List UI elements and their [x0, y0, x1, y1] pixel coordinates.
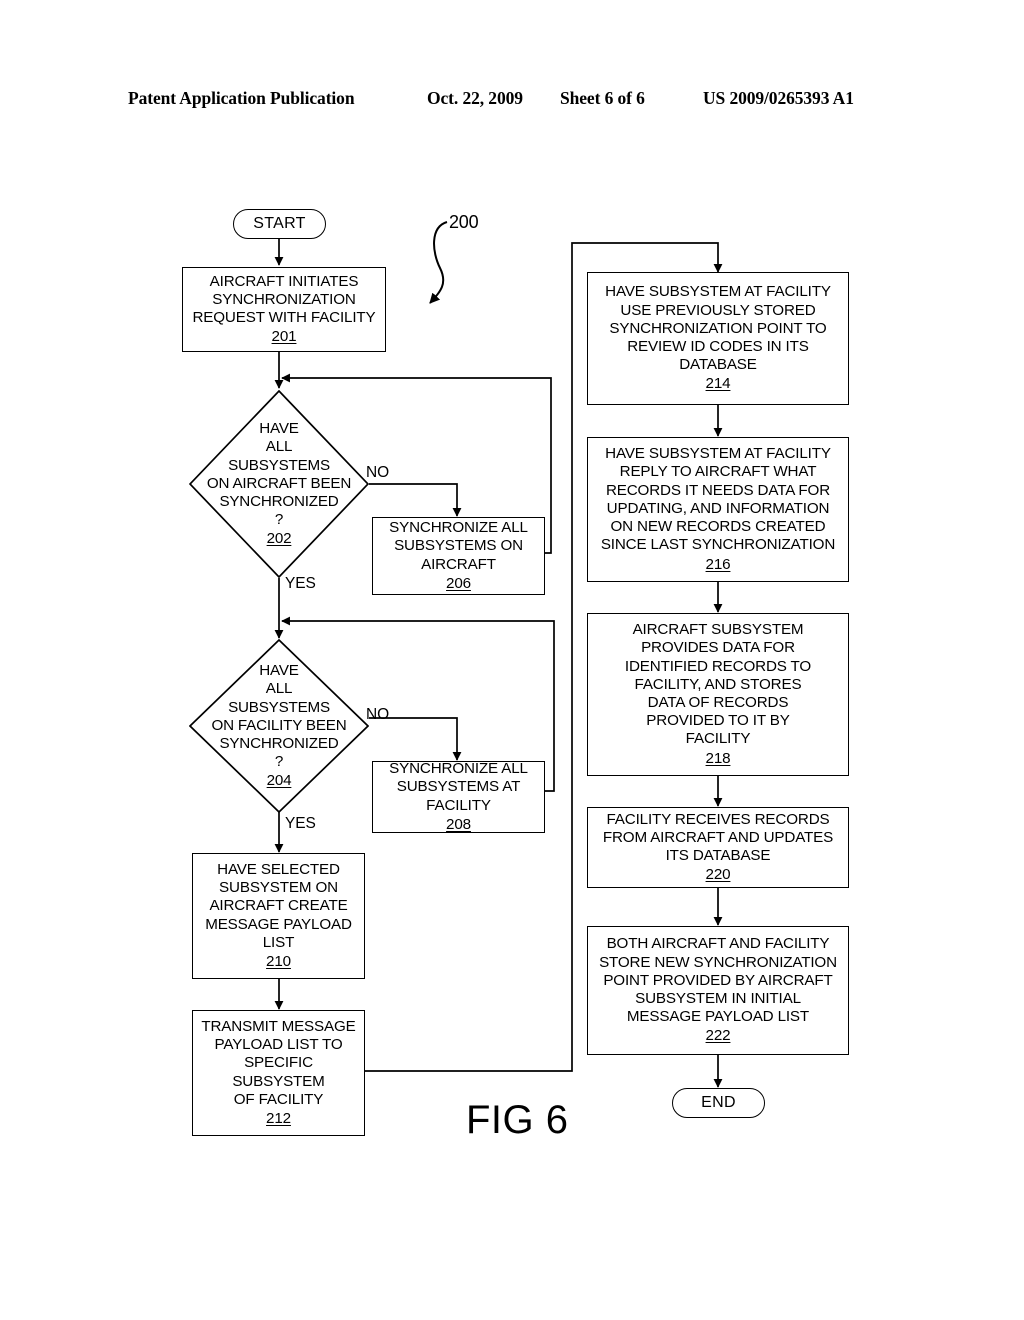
process-box-222[interactable]: BOTH AIRCRAFT AND FACILITY STORE NEW SYN…	[587, 926, 849, 1055]
decision-diamond-202-label: HAVE ALL SUBSYSTEMS ON AIRCRAFT BEEN SYN…	[207, 402, 351, 566]
process-box-208[interactable]: SYNCHRONIZE ALL SUBSYSTEMS AT FACILITY 2…	[372, 760, 545, 833]
wire-204-no-to-208	[369, 717, 462, 761]
terminator-start[interactable]: START	[233, 209, 326, 239]
process-box-206-ref: 206	[446, 574, 471, 592]
process-box-218-ref: 218	[705, 749, 731, 767]
edge-label-202-yes: YES	[285, 575, 316, 592]
decision-diamond-204-label: HAVE ALL SUBSYSTEMS ON FACILITY BEEN SYN…	[212, 644, 347, 808]
process-box-220[interactable]: FACILITY RECEIVES RECORDS FROM AIRCRAFT …	[587, 807, 849, 888]
process-box-216-text: HAVE SUBSYSTEM AT FACILITY REPLY TO AIRC…	[600, 445, 836, 554]
process-box-212-ref: 212	[266, 1109, 291, 1127]
process-box-201-ref: 201	[271, 328, 297, 346]
process-box-220-ref: 220	[705, 866, 731, 884]
terminator-end[interactable]: END	[672, 1088, 765, 1118]
process-box-220-text: FACILITY RECEIVES RECORDS FROM AIRCRAFT …	[602, 810, 834, 864]
process-box-212[interactable]: TRANSMIT MESSAGE PAYLOAD LIST TO SPECIFI…	[192, 1010, 365, 1136]
process-box-222-text: BOTH AIRCRAFT AND FACILITY STORE NEW SYN…	[599, 935, 837, 1026]
process-box-218[interactable]: AIRCRAFT SUBSYSTEM PROVIDES DATA FOR IDE…	[587, 613, 849, 776]
process-box-218-text: AIRCRAFT SUBSYSTEM PROVIDES DATA FOR IDE…	[624, 621, 812, 748]
wire-202-no-to-206	[369, 483, 462, 517]
callout-200-leader	[429, 221, 448, 304]
decision-diamond-204-ref: 204	[266, 771, 292, 789]
edge-label-202-no: NO	[366, 464, 390, 481]
terminator-start-label: START	[253, 214, 306, 232]
figure-caption: FIG 6	[466, 1098, 569, 1142]
process-box-208-ref: 208	[446, 815, 471, 833]
process-box-216-ref: 216	[705, 555, 731, 573]
process-box-206[interactable]: SYNCHRONIZE ALL SUBSYSTEMS ON AIRCRAFT 2…	[372, 517, 545, 595]
callout-200-label: 200	[449, 212, 479, 232]
flowchart-diagram: START AIRCRAFT INITIATES SYNCHRONIZATION…	[0, 0, 1024, 1320]
process-box-210[interactable]: HAVE SELECTED SUBSYSTEM ON AIRCRAFT CREA…	[192, 853, 365, 979]
process-box-214-ref: 214	[705, 375, 731, 393]
decision-diamond-202[interactable]: HAVE ALL SUBSYSTEMS ON AIRCRAFT BEEN SYN…	[189, 390, 369, 578]
process-box-214-text: HAVE SUBSYSTEM AT FACILITY USE PREVIOUSL…	[605, 283, 831, 374]
process-box-210-ref: 210	[266, 952, 291, 970]
decision-diamond-204[interactable]: HAVE ALL SUBSYSTEMS ON FACILITY BEEN SYN…	[189, 639, 369, 813]
decision-diamond-202-ref: 202	[266, 529, 292, 547]
process-box-206-text: SYNCHRONIZE ALL SUBSYSTEMS ON AIRCRAFT	[389, 519, 528, 573]
edge-label-204-no: NO	[366, 706, 390, 723]
process-box-222-ref: 222	[705, 1027, 731, 1045]
process-box-201-text: AIRCRAFT INITIATES SYNCHRONIZATION REQUE…	[192, 272, 376, 326]
process-box-208-text: SYNCHRONIZE ALL SUBSYSTEMS AT FACILITY	[389, 760, 528, 814]
decision-diamond-202-text: HAVE ALL SUBSYSTEMS ON AIRCRAFT BEEN SYN…	[206, 420, 352, 529]
process-box-212-text: TRANSMIT MESSAGE PAYLOAD LIST TO SPECIFI…	[201, 1017, 356, 1108]
process-box-216[interactable]: HAVE SUBSYSTEM AT FACILITY REPLY TO AIRC…	[587, 437, 849, 582]
decision-diamond-204-text: HAVE ALL SUBSYSTEMS ON FACILITY BEEN SYN…	[211, 662, 347, 771]
process-box-201[interactable]: AIRCRAFT INITIATES SYNCHRONIZATION REQUE…	[182, 267, 386, 352]
edge-label-204-yes: YES	[285, 815, 316, 832]
terminator-end-label: END	[701, 1093, 736, 1111]
process-box-214[interactable]: HAVE SUBSYSTEM AT FACILITY USE PREVIOUSL…	[587, 272, 849, 405]
process-box-210-text: HAVE SELECTED SUBSYSTEM ON AIRCRAFT CREA…	[205, 860, 352, 951]
